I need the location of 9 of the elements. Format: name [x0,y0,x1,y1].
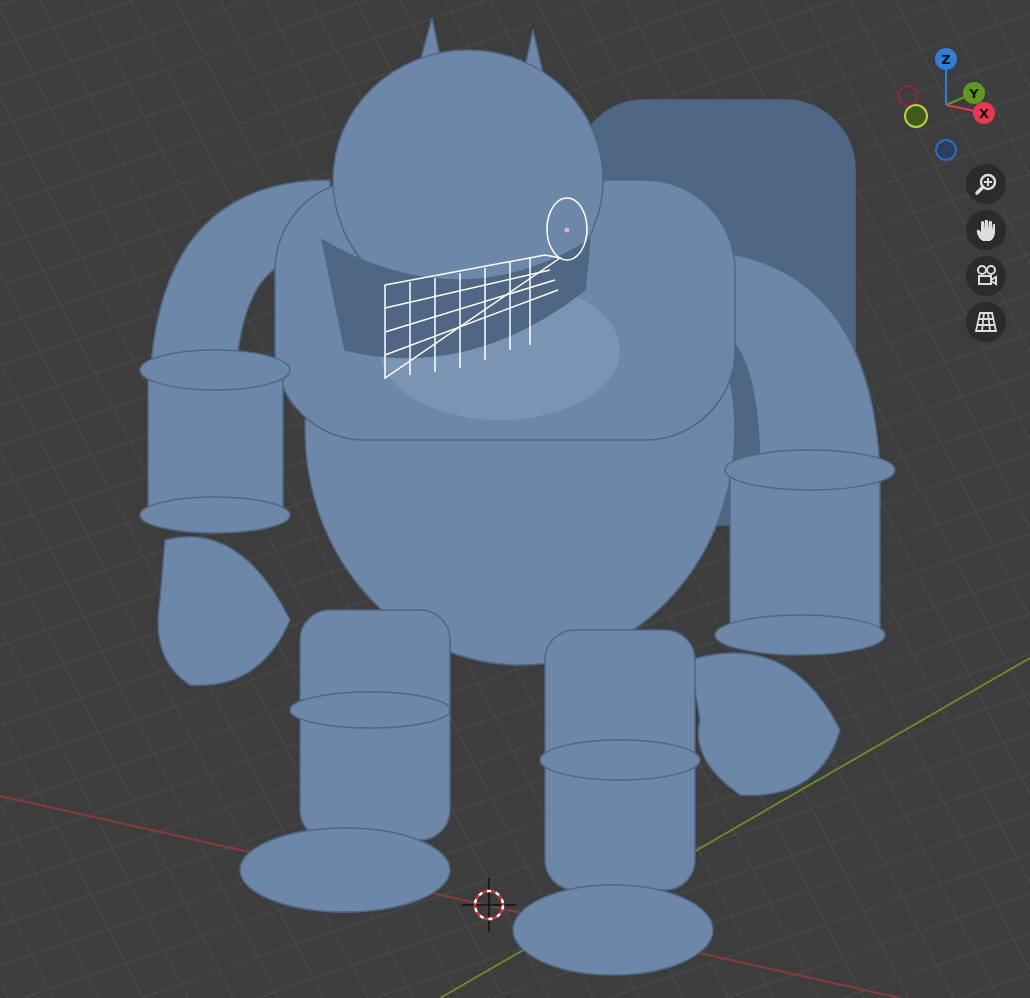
axis-label[interactable]: Y [963,82,985,104]
zoom-icon[interactable] [966,164,1006,204]
grid-view-icon[interactable] [966,302,1006,342]
camera-icon[interactable] [966,256,1006,296]
vertex-dot-icon [564,227,570,233]
axis-label[interactable]: Z [935,48,957,70]
hand-icon[interactable] [966,210,1006,250]
3d-cursor-icon [461,877,517,933]
axis-label[interactable]: X [973,102,995,124]
